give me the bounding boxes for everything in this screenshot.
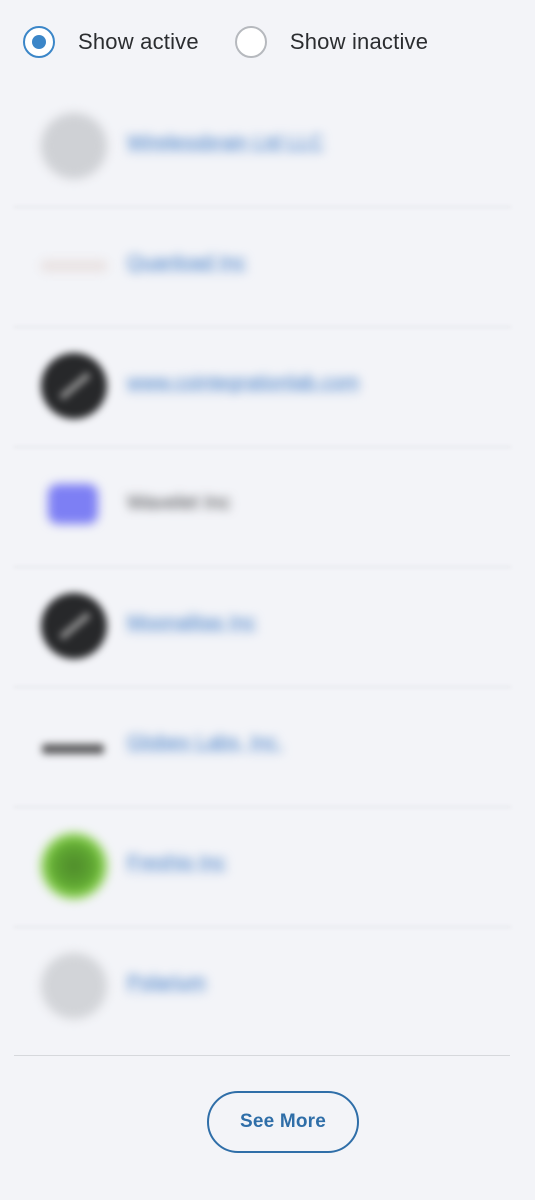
company-name-link[interactable]: Wirelessbrain Ltd LLC xyxy=(127,132,324,155)
company-list-panel: Show active Show inactive Wirelessbrain … xyxy=(0,0,535,1200)
company-logo[interactable] xyxy=(41,953,107,1019)
see-more-button[interactable]: See More xyxy=(207,1091,359,1153)
show-inactive-label[interactable]: Show inactive xyxy=(290,29,428,55)
company-logo[interactable] xyxy=(41,593,107,659)
company-list: Wirelessbrain Ltd LLC Quanload Inc www.c… xyxy=(0,88,535,1048)
radio-checked-icon[interactable] xyxy=(23,26,55,58)
company-name-link[interactable]: www.cointegrationlab.com xyxy=(127,372,359,395)
company-logo[interactable] xyxy=(42,744,104,754)
list-item: Quanload Inc xyxy=(0,208,535,328)
company-logo[interactable] xyxy=(41,113,107,179)
company-name-link[interactable]: Polarium xyxy=(127,972,206,995)
list-item: Freshio Inc xyxy=(0,808,535,928)
list-item: www.cointegrationlab.com xyxy=(0,328,535,448)
company-name-link[interactable]: Quanload Inc xyxy=(127,252,246,275)
status-filter: Show active Show inactive xyxy=(23,26,428,58)
list-bottom-divider xyxy=(14,1055,510,1056)
list-item: Moonalitas Inc xyxy=(0,568,535,688)
list-item: Wirelessbrain Ltd LLC xyxy=(0,88,535,208)
list-item: Wavelet Inc xyxy=(0,448,535,568)
company-name-link[interactable]: Moonalitas Inc xyxy=(127,612,256,635)
company-logo[interactable] xyxy=(41,833,107,899)
list-item: Globex Labs, Inc. xyxy=(0,688,535,808)
company-name-link[interactable]: Globex Labs, Inc. xyxy=(127,732,283,755)
radio-unchecked-icon[interactable] xyxy=(234,26,267,58)
show-inactive-option[interactable]: Show inactive xyxy=(234,26,428,58)
company-name-link[interactable]: Freshio Inc xyxy=(127,852,226,875)
show-active-label[interactable]: Show active xyxy=(78,29,199,55)
company-name: Wavelet Inc xyxy=(127,492,231,514)
company-logo[interactable] xyxy=(41,260,107,272)
show-active-option[interactable]: Show active xyxy=(23,26,199,58)
company-logo[interactable] xyxy=(41,353,107,419)
list-item: Polarium xyxy=(0,928,535,1048)
company-logo[interactable] xyxy=(48,484,98,524)
